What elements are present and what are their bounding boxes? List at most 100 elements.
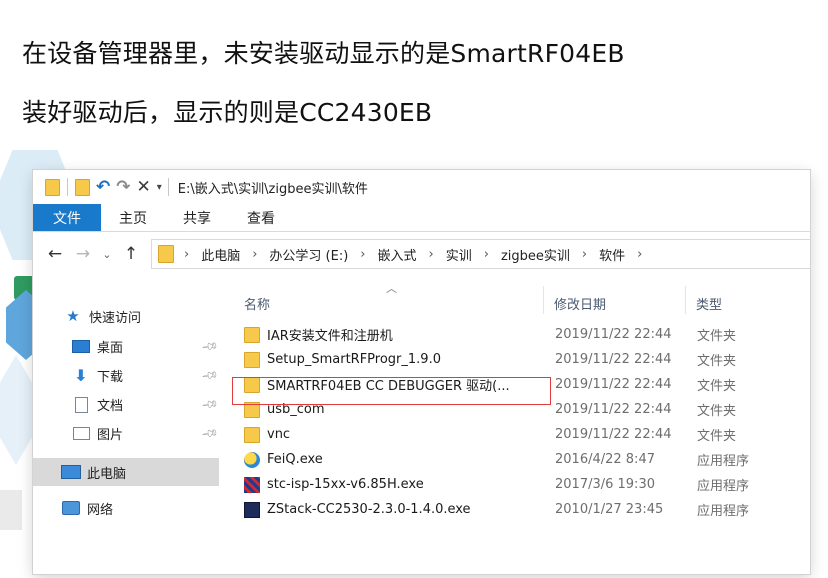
breadcrumb-this-pc[interactable]: 此电脑	[201, 245, 240, 264]
file-type: 文件夹	[697, 429, 737, 444]
column-divider[interactable]	[685, 286, 686, 314]
file-type: 文件夹	[697, 404, 737, 419]
pictures-icon	[71, 426, 91, 442]
file-date: 2019/11/22 22:44	[555, 352, 672, 367]
toolbar-divider	[67, 178, 68, 196]
file-explorer-window: ↶ ↷ ✕ ▾ E:\嵌入式\实训\zigbee实训\软件 文件 主页 共享 查…	[33, 170, 810, 574]
folder-icon	[244, 426, 260, 443]
title-bar: ↶ ↷ ✕ ▾ E:\嵌入式\实训\zigbee实训\软件	[33, 170, 810, 204]
forward-arrow-icon[interactable]: →	[69, 244, 97, 264]
navigation-pane: ★ 快速访问 桌面 📌︎ ⬇ 下载 📌︎ 文档 📌︎ 图片 📌︎ 此电脑 网络	[33, 276, 221, 574]
file-type: 应用程序	[697, 479, 750, 494]
pin-icon[interactable]: 📌︎	[201, 366, 220, 385]
file-date: 2017/3/6 19:30	[555, 477, 655, 492]
nav-label: 图片	[97, 428, 124, 443]
undo-icon[interactable]: ↶	[96, 176, 110, 198]
slide-text-line-1: 在设备管理器里，未安装驱动显示的是SmartRF04EB	[22, 39, 625, 68]
nav-item-downloads[interactable]: ⬇ 下载 📌︎	[33, 361, 221, 390]
pin-icon[interactable]: 📌︎	[201, 337, 220, 356]
file-row[interactable]: stc-isp-15xx-v6.85H.exe 2017/3/6 19:30 应…	[221, 472, 810, 497]
file-date: 2010/1/27 23:45	[555, 502, 664, 517]
breadcrumb-zigbee-training[interactable]: zigbee实训	[501, 245, 570, 264]
nav-quick-access[interactable]: ★ 快速访问	[33, 302, 221, 330]
stc-isp-app-icon	[244, 476, 260, 493]
file-name: stc-isp-15xx-v6.85H.exe	[267, 477, 424, 492]
file-row[interactable]: usb_com 2019/11/22 22:44 文件夹	[221, 397, 810, 422]
breadcrumb-separator-icon: ›	[360, 246, 366, 262]
ribbon-tabs: 文件 主页 共享 查看	[33, 204, 810, 232]
tab-share[interactable]: 共享	[165, 204, 229, 231]
file-name: usb_com	[267, 402, 325, 417]
nav-label: 网络	[87, 502, 114, 518]
pin-icon[interactable]: 📌︎	[201, 424, 220, 443]
network-icon	[61, 500, 81, 516]
file-name: IAR安装文件和注册机	[267, 329, 393, 344]
file-row-highlighted[interactable]: SMARTRF04EB CC DEBUGGER 驱动(... 2019/11/2…	[221, 372, 810, 397]
document-icon	[71, 396, 91, 413]
toolbar-divider	[167, 178, 169, 196]
breadcrumb-separator-icon: ›	[637, 246, 643, 262]
file-name: SMARTRF04EB CC DEBUGGER 驱动(...	[267, 379, 510, 394]
nav-item-pictures[interactable]: 图片 📌︎	[33, 419, 221, 448]
file-type: 文件夹	[697, 379, 737, 394]
zstack-app-icon	[244, 501, 260, 518]
file-date: 2019/11/22 22:44	[555, 427, 672, 442]
column-header-type[interactable]: 类型	[696, 294, 722, 313]
file-type: 应用程序	[697, 504, 750, 519]
file-row[interactable]: IAR安装文件和注册机 2019/11/22 22:44 文件夹	[221, 322, 810, 347]
nav-label: 此电脑	[87, 466, 127, 482]
quick-access-dropdown-icon[interactable]: ▾	[157, 182, 162, 193]
new-folder-icon[interactable]	[75, 176, 90, 198]
navigation-bar: ← → ⌄ ↑ › 此电脑 › 办公学习 (E:) › 嵌入式 › 实训 › z…	[33, 232, 810, 276]
column-header-date[interactable]: 修改日期	[554, 294, 606, 313]
download-icon: ⬇	[74, 366, 88, 385]
sort-ascending-icon: ︿	[386, 282, 397, 295]
star-icon: ★	[66, 307, 80, 325]
file-rows: IAR安装文件和注册机 2019/11/22 22:44 文件夹 Setup_S…	[221, 314, 810, 522]
explorer-body: ★ 快速访问 桌面 📌︎ ⬇ 下载 📌︎ 文档 📌︎ 图片 📌︎ 此电脑 网络 …	[33, 276, 810, 574]
file-row[interactable]: FeiQ.exe 2016/4/22 8:47 应用程序	[221, 447, 810, 472]
folder-icon	[244, 376, 260, 393]
file-name: ZStack-CC2530-2.3.0-1.4.0.exe	[267, 502, 471, 517]
column-header-name[interactable]: 名称	[244, 294, 270, 313]
breadcrumb-training[interactable]: 实训	[446, 245, 472, 264]
pin-icon[interactable]: 📌︎	[201, 395, 220, 414]
nav-label: 桌面	[97, 341, 124, 356]
desktop-icon	[71, 339, 91, 355]
column-divider[interactable]	[543, 286, 544, 314]
back-arrow-icon[interactable]: ←	[41, 244, 69, 264]
recent-locations-chevron-icon[interactable]: ⌄	[97, 248, 117, 261]
feiq-app-icon	[244, 451, 260, 468]
redo-icon[interactable]: ↷	[116, 176, 130, 198]
file-name: Setup_SmartRFProgr_1.9.0	[267, 352, 441, 367]
tab-file[interactable]: 文件	[33, 204, 101, 231]
delete-icon[interactable]: ✕	[137, 176, 151, 198]
breadcrumb-embedded[interactable]: 嵌入式	[378, 245, 417, 264]
file-list: ︿ 名称 修改日期 类型 IAR安装文件和注册机 2019/11/22 22:4…	[221, 276, 810, 574]
nav-network[interactable]: 网络	[33, 494, 221, 522]
nav-item-documents[interactable]: 文档 📌︎	[33, 390, 221, 419]
decorative-hexagon	[0, 355, 32, 465]
file-date: 2019/11/22 22:44	[555, 377, 672, 392]
up-arrow-icon[interactable]: ↑	[117, 244, 145, 264]
breadcrumb-software[interactable]: 软件	[599, 245, 625, 264]
tab-view[interactable]: 查看	[229, 204, 293, 231]
file-row[interactable]: ZStack-CC2530-2.3.0-1.4.0.exe 2010/1/27 …	[221, 497, 810, 522]
slide-text-line-2: 装好驱动后，显示的则是CC2430EB	[22, 98, 433, 127]
nav-item-desktop[interactable]: 桌面 📌︎	[33, 332, 221, 361]
breadcrumb-separator-icon: ›	[483, 246, 489, 262]
file-date: 2019/11/22 22:44	[555, 402, 672, 417]
address-bar[interactable]: › 此电脑 › 办公学习 (E:) › 嵌入式 › 实训 › zigbee实训 …	[151, 239, 810, 269]
file-row[interactable]: vnc 2019/11/22 22:44 文件夹	[221, 422, 810, 447]
file-row[interactable]: Setup_SmartRFProgr_1.9.0 2019/11/22 22:4…	[221, 347, 810, 372]
tab-home[interactable]: 主页	[101, 204, 165, 231]
file-date: 2016/4/22 8:47	[555, 452, 655, 467]
nav-label: 快速访问	[89, 310, 142, 326]
breadcrumb-separator-icon: ›	[581, 246, 588, 262]
column-headers: ︿ 名称 修改日期 类型	[221, 276, 810, 314]
breadcrumb-separator-icon: ›	[252, 246, 258, 262]
breadcrumb-drive-e[interactable]: 办公学习 (E:)	[269, 245, 348, 264]
window-folder-icon	[45, 176, 60, 198]
nav-this-pc[interactable]: 此电脑	[33, 458, 219, 486]
folder-icon	[244, 326, 260, 343]
